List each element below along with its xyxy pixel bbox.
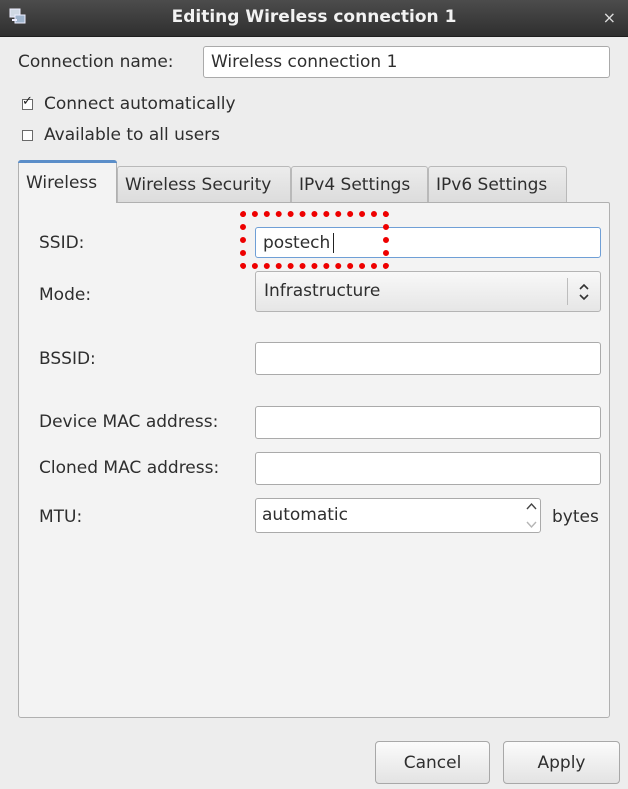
chevron-up-down-icon — [579, 283, 589, 301]
mode-select[interactable]: Infrastructure — [255, 271, 601, 312]
tab-wireless[interactable]: Wireless — [18, 160, 117, 203]
device-mac-input[interactable] — [255, 406, 601, 439]
text-cursor — [333, 233, 334, 253]
connection-name-input[interactable] — [203, 46, 610, 78]
close-icon[interactable]: × — [603, 8, 616, 27]
checkmark-icon: ✓ — [22, 93, 33, 109]
mtu-label: MTU: — [39, 507, 83, 527]
tab-label: Wireless Security — [125, 175, 272, 195]
checkbox-box[interactable] — [22, 129, 33, 141]
bssid-label: BSSID: — [39, 349, 96, 369]
bssid-input[interactable] — [255, 342, 601, 375]
mtu-unit-label: bytes — [552, 507, 599, 527]
available-to-all-users-label: Available to all users — [44, 125, 221, 145]
cancel-button[interactable]: Cancel — [375, 741, 490, 784]
ssid-label: SSID: — [39, 233, 85, 253]
connect-automatically-label: Connect automatically — [44, 94, 236, 114]
cloned-mac-input[interactable] — [255, 452, 601, 485]
cloned-mac-label: Cloned MAC address: — [39, 458, 220, 478]
title-bar: Editing Wireless connection 1 × — [0, 0, 628, 37]
apply-button[interactable]: Apply — [503, 741, 620, 784]
mtu-spin-buttons — [523, 499, 540, 532]
wireless-tab-panel: SSID: Mode: Infrastructure BSSID: Device… — [18, 202, 610, 718]
checkbox-box[interactable]: ✓ — [22, 94, 33, 110]
tab-wireless-security[interactable]: Wireless Security — [117, 166, 291, 202]
tab-ipv4-settings[interactable]: IPv4 Settings — [291, 166, 428, 202]
tab-label: Wireless — [26, 173, 98, 193]
mode-selected-value: Infrastructure — [264, 281, 381, 301]
device-mac-label: Device MAC address: — [39, 412, 219, 432]
ssid-input[interactable] — [255, 227, 601, 258]
window-title: Editing Wireless connection 1 — [171, 7, 457, 27]
mtu-value: automatic — [262, 505, 348, 525]
chevron-down-icon[interactable] — [523, 516, 540, 532]
mtu-spinbox[interactable]: automatic — [255, 498, 541, 533]
mode-label: Mode: — [39, 285, 92, 305]
tab-label: IPv6 Settings — [436, 175, 548, 195]
available-to-all-users-checkbox[interactable]: Available to all users — [22, 124, 220, 146]
chevron-up-icon[interactable] — [523, 499, 540, 515]
tab-ipv6-settings[interactable]: IPv6 Settings — [428, 166, 567, 202]
connect-automatically-checkbox[interactable]: ✓ Connect automatically — [22, 93, 236, 115]
connection-name-label: Connection name: — [18, 52, 174, 72]
tab-label: IPv4 Settings — [299, 175, 411, 195]
combo-separator — [567, 278, 568, 305]
